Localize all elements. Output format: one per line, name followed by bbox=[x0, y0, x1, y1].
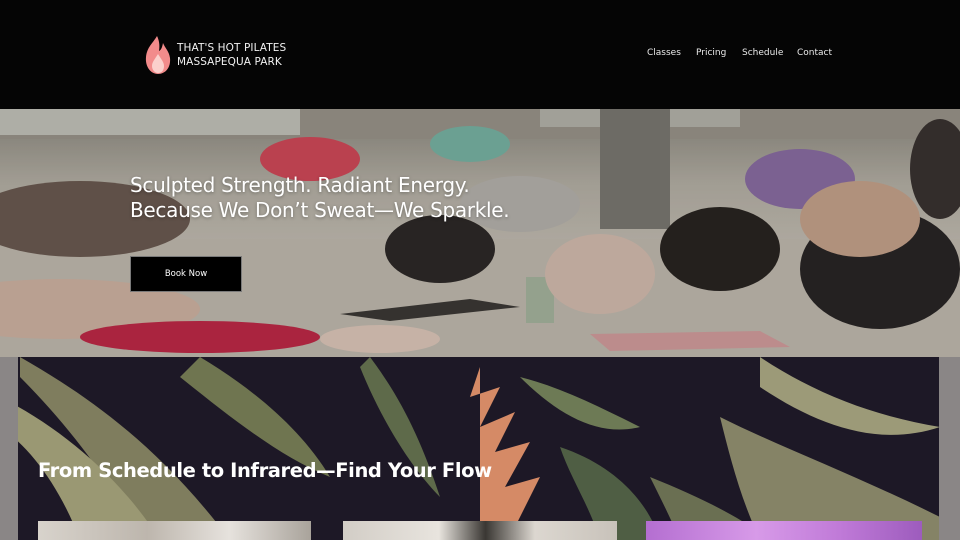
hero-section: Sculpted Strength. Radiant Energy. Becau… bbox=[0, 109, 960, 357]
brand-line2: MASSAPEQUA PARK bbox=[177, 56, 282, 68]
flame-icon bbox=[145, 36, 171, 74]
find-your-flow-section: From Schedule to Infrared—Find Your Flow bbox=[0, 357, 960, 540]
section-title: From Schedule to Infrared—Find Your Flow bbox=[38, 459, 492, 482]
site-header: THAT'S HOT PILATES MASSAPEQUA PARK Class… bbox=[0, 0, 960, 109]
brand-name: THAT'S HOT PILATES MASSAPEQUA PARK bbox=[177, 41, 286, 69]
flow-card-image[interactable] bbox=[38, 521, 311, 540]
hero-heading-line2: Because We Don’t Sweat—We Sparkle. bbox=[130, 198, 510, 222]
hero-heading-line1: Sculpted Strength. Radiant Energy. bbox=[130, 173, 470, 197]
brand-logo[interactable]: THAT'S HOT PILATES MASSAPEQUA PARK bbox=[143, 34, 286, 76]
nav-item-pricing[interactable]: Pricing bbox=[696, 48, 726, 58]
book-now-button[interactable]: Book Now bbox=[130, 256, 242, 292]
hero-heading: Sculpted Strength. Radiant Energy. Becau… bbox=[130, 173, 510, 223]
nav-item-classes[interactable]: Classes bbox=[647, 48, 681, 58]
flow-card-image[interactable] bbox=[343, 521, 617, 540]
tropical-leaves-background bbox=[0, 357, 960, 540]
brand-line1: THAT'S HOT PILATES bbox=[177, 42, 287, 54]
nav-item-contact[interactable]: Contact bbox=[797, 48, 832, 58]
nav-item-schedule[interactable]: Schedule bbox=[742, 48, 783, 58]
flow-card-image[interactable] bbox=[646, 521, 922, 540]
